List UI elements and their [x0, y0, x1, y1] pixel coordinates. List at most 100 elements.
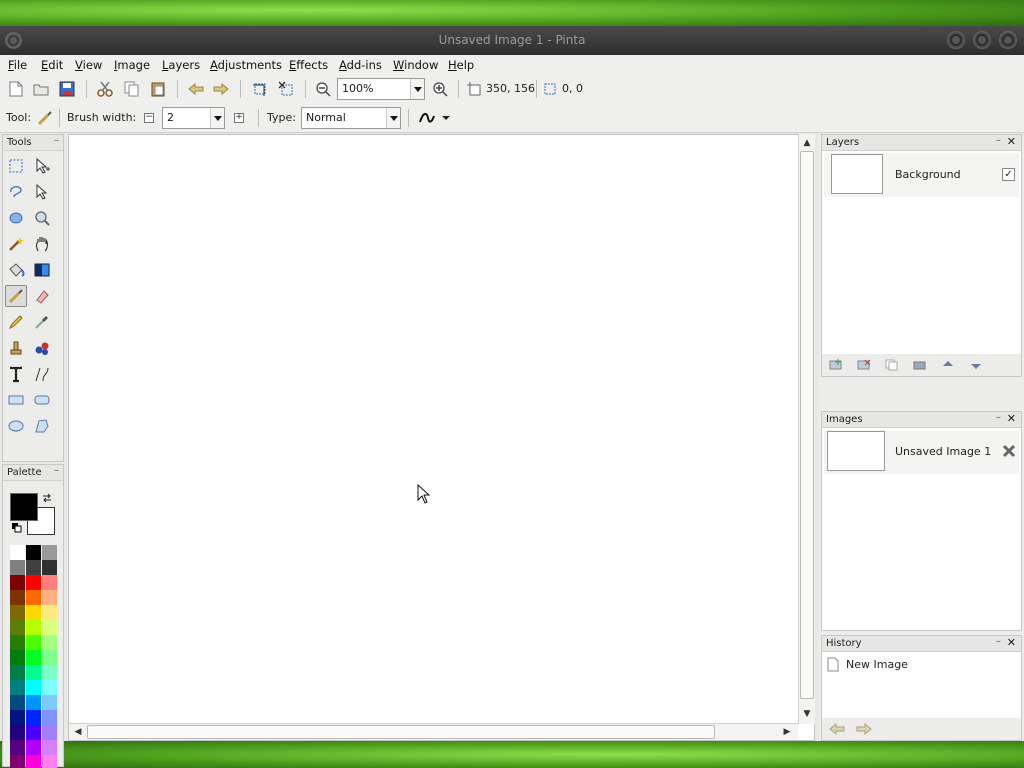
- palette-swatch[interactable]: [26, 575, 41, 590]
- palette-swatch[interactable]: [26, 755, 41, 768]
- palette-swatch[interactable]: [10, 590, 25, 605]
- recolor-icon[interactable]: [31, 337, 53, 359]
- pan-icon[interactable]: [31, 233, 53, 255]
- palette-swatch[interactable]: [26, 560, 41, 575]
- close-window-button[interactable]: [999, 31, 1017, 49]
- move-layer-down-icon[interactable]: [967, 356, 985, 374]
- palette-swatch[interactable]: [42, 620, 57, 635]
- palette-panel-minimize-button[interactable]: –: [54, 465, 59, 476]
- palette-swatch[interactable]: [42, 740, 57, 755]
- save-file-icon[interactable]: [58, 80, 76, 98]
- palette-swatch[interactable]: [42, 650, 57, 665]
- palette-swatch[interactable]: [42, 590, 57, 605]
- palette-swatch[interactable]: [26, 620, 41, 635]
- vertical-scrollbar[interactable]: ▲ ▼: [798, 134, 815, 724]
- rounded-rectangle-icon[interactable]: [31, 389, 53, 411]
- primary-color-swatch[interactable]: [10, 493, 38, 521]
- layers-panel-minimize-button[interactable]: –: [996, 135, 1001, 146]
- current-tool-paintbrush-icon[interactable]: [36, 109, 54, 127]
- layer-visibility-checkbox[interactable]: ✓: [1002, 168, 1015, 181]
- canvas-area[interactable]: [68, 134, 815, 741]
- minimize-button[interactable]: [947, 31, 965, 49]
- brush-width-combo[interactable]: 2: [162, 107, 225, 129]
- palette-swatch[interactable]: [42, 695, 57, 710]
- images-panel-close-button[interactable]: ✕: [1007, 412, 1016, 425]
- move-selected-icon[interactable]: [31, 155, 53, 177]
- palette-swatch[interactable]: [42, 680, 57, 695]
- delete-layer-icon[interactable]: [855, 356, 873, 374]
- color-picker-icon[interactable]: [31, 311, 53, 333]
- close-image-icon[interactable]: [1001, 443, 1017, 459]
- paint-bucket-icon[interactable]: [5, 259, 27, 281]
- palette-swatch[interactable]: [10, 605, 25, 620]
- horizontal-scrollbar[interactable]: ◀ ▶: [69, 723, 798, 740]
- horizontal-scroll-thumb[interactable]: [87, 725, 715, 739]
- history-item[interactable]: New Image: [824, 655, 1019, 675]
- paintbrush-icon[interactable]: [5, 285, 27, 307]
- line-curve-icon[interactable]: [31, 363, 53, 385]
- window-menu-icon[interactable]: [5, 32, 22, 49]
- palette-swatch[interactable]: [10, 545, 25, 560]
- palette-swatch[interactable]: [10, 635, 25, 650]
- palette-swatch[interactable]: [42, 725, 57, 740]
- open-file-icon[interactable]: [32, 80, 50, 98]
- palette-swatch[interactable]: [42, 545, 57, 560]
- zoom-combo[interactable]: 100%: [337, 78, 425, 100]
- brush-width-decrease-button[interactable]: −: [144, 113, 154, 123]
- palette-swatch[interactable]: [42, 575, 57, 590]
- layer-row[interactable]: Background ✓: [824, 153, 1019, 197]
- zoom-out-icon[interactable]: [314, 80, 332, 98]
- palette-swatch[interactable]: [42, 635, 57, 650]
- redo-icon[interactable]: [212, 80, 230, 98]
- duplicate-layer-icon[interactable]: [883, 356, 901, 374]
- palette-swatch[interactable]: [10, 680, 25, 695]
- title-bar[interactable]: Unsaved Image 1 - Pinta: [0, 26, 1024, 55]
- deselect-icon[interactable]: [277, 80, 295, 98]
- gradient-icon[interactable]: [31, 259, 53, 281]
- brush-width-increase-button[interactable]: +: [234, 113, 244, 123]
- history-panel-close-button[interactable]: ✕: [1007, 636, 1016, 649]
- undo-icon[interactable]: [187, 80, 205, 98]
- palette-swatch[interactable]: [26, 650, 41, 665]
- rectangle-select-icon[interactable]: [5, 155, 27, 177]
- palette-swatch[interactable]: [10, 665, 25, 680]
- palette-swatch[interactable]: [10, 560, 25, 575]
- clone-stamp-icon[interactable]: [5, 337, 27, 359]
- merge-layer-down-icon[interactable]: [911, 356, 929, 374]
- palette-swatch[interactable]: [26, 605, 41, 620]
- image-row[interactable]: Unsaved Image 1: [824, 430, 1019, 474]
- palette-swatch[interactable]: [26, 545, 41, 560]
- palette-swatch[interactable]: [26, 590, 41, 605]
- rectangle-icon[interactable]: [5, 389, 27, 411]
- menu-view[interactable]: View: [75, 58, 102, 72]
- zoom-dropdown-icon[interactable]: [410, 79, 424, 99]
- reset-colors-icon[interactable]: [12, 523, 22, 533]
- menu-add-ins[interactable]: Add-ins: [339, 58, 382, 72]
- palette-swatch[interactable]: [10, 755, 25, 768]
- palette-swatch[interactable]: [26, 695, 41, 710]
- brush-width-dropdown-icon[interactable]: [210, 108, 224, 128]
- tools-panel-minimize-button[interactable]: –: [54, 135, 59, 146]
- palette-swatch[interactable]: [26, 710, 41, 725]
- menu-file[interactable]: File: [8, 58, 27, 72]
- palette-swatch[interactable]: [10, 575, 25, 590]
- paste-icon[interactable]: [149, 80, 167, 98]
- menu-window[interactable]: Window: [393, 58, 438, 72]
- menu-edit[interactable]: Edit: [41, 58, 63, 72]
- cut-icon[interactable]: [96, 80, 114, 98]
- eraser-icon[interactable]: [31, 285, 53, 307]
- scroll-down-icon[interactable]: ▼: [800, 707, 814, 721]
- pencil-icon[interactable]: [5, 311, 27, 333]
- antialiasing-dropdown-icon[interactable]: [418, 109, 452, 127]
- palette-swatch[interactable]: [10, 740, 25, 755]
- swap-colors-icon[interactable]: [41, 492, 53, 504]
- menu-help[interactable]: Help: [448, 58, 474, 72]
- palette-swatch[interactable]: [26, 635, 41, 650]
- type-combo[interactable]: Normal: [301, 107, 401, 129]
- menu-image[interactable]: Image: [114, 58, 150, 72]
- magic-wand-icon[interactable]: [5, 233, 27, 255]
- history-undo-icon[interactable]: [828, 720, 846, 738]
- palette-swatch[interactable]: [10, 695, 25, 710]
- move-selection-icon[interactable]: [31, 181, 53, 203]
- new-file-icon[interactable]: [7, 80, 25, 98]
